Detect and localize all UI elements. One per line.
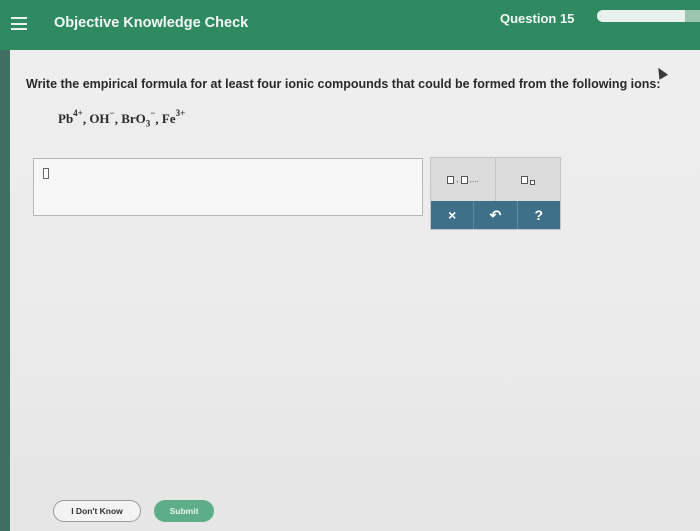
progress-fill xyxy=(597,10,685,22)
undo-button[interactable]: ↶ xyxy=(474,201,518,229)
progress-bar xyxy=(597,10,700,22)
question-panel: Write the empirical formula for at least… xyxy=(10,50,700,531)
ion: BrO3− xyxy=(121,108,156,129)
question-prompt: Write the empirical formula for at least… xyxy=(26,77,661,91)
formula-toolbar: ,,... × ↶ ? xyxy=(430,157,561,230)
ion: Pb4+ xyxy=(58,108,83,127)
submit-button[interactable]: Submit xyxy=(154,500,214,522)
input-placeholder-box xyxy=(43,168,49,179)
list-template-button[interactable]: ,,... xyxy=(431,158,496,201)
page-title: Objective Knowledge Check xyxy=(54,15,249,31)
list-template-icon: ,,... xyxy=(447,175,479,184)
ion: Fe3+ xyxy=(161,108,186,127)
question-number: Question 15 xyxy=(500,11,575,26)
top-bar: Objective Knowledge Check Question 15 xyxy=(0,0,700,50)
clear-button[interactable]: × xyxy=(431,201,475,229)
hamburger-menu-icon[interactable] xyxy=(11,17,27,30)
help-button[interactable]: ? xyxy=(518,201,560,229)
action-footer: I Don't Know Submit xyxy=(10,490,700,531)
answer-input[interactable] xyxy=(33,158,423,216)
subscript-template-icon xyxy=(521,175,535,185)
subscript-template-button[interactable] xyxy=(496,158,560,201)
ion-list: Pb4+, OH−, BrO3−, Fe3+ xyxy=(58,108,186,129)
ion: OH− xyxy=(89,108,115,127)
dont-know-button[interactable]: I Don't Know xyxy=(53,500,141,522)
